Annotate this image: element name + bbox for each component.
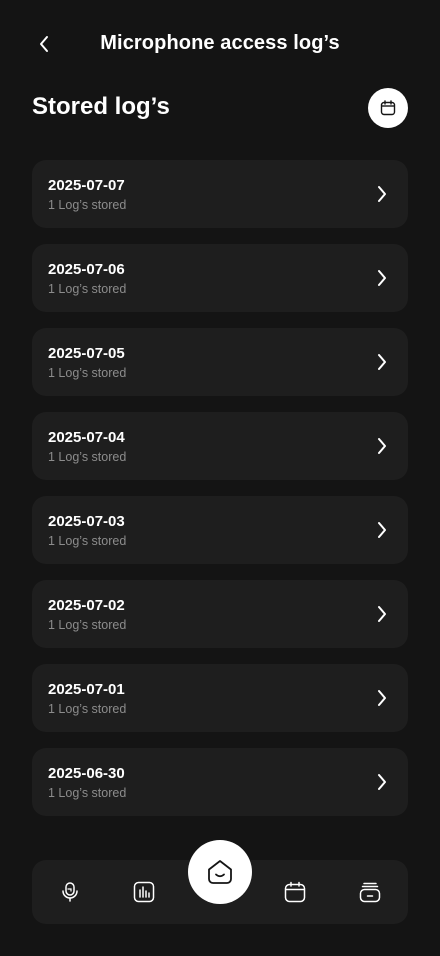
log-date: 2025-06-30 — [48, 765, 125, 782]
log-count: 1 Log’s stored — [48, 198, 127, 212]
section-title: Stored log’s — [32, 93, 170, 120]
log-list-item[interactable]: 2025-07-04 1 Log’s stored — [32, 412, 408, 480]
log-list-item[interactable]: 2025-07-01 1 Log’s stored — [32, 664, 408, 732]
chevron-right-icon — [378, 270, 386, 286]
log-list-item[interactable]: 2025-07-02 1 Log’s stored — [32, 580, 408, 648]
log-count: 1 Log’s stored — [48, 366, 127, 380]
log-count: 1 Log’s stored — [48, 786, 127, 800]
nav-calendar[interactable] — [281, 878, 309, 906]
chevron-right-icon — [378, 774, 386, 790]
log-count: 1 Log’s stored — [48, 702, 127, 716]
log-date: 2025-07-02 — [48, 597, 125, 614]
log-date: 2025-07-07 — [48, 177, 125, 194]
chevron-right-icon — [378, 522, 386, 538]
home-icon — [208, 860, 232, 884]
nav-microphone[interactable] — [56, 878, 84, 906]
log-date: 2025-07-04 — [48, 429, 125, 446]
log-list-item[interactable]: 2025-07-07 1 Log’s stored — [32, 160, 408, 228]
section-header: Stored log’s — [32, 88, 408, 128]
log-date: 2025-07-05 — [48, 345, 125, 362]
calendar-icon — [284, 881, 306, 903]
log-count: 1 Log’s stored — [48, 618, 127, 632]
chevron-right-icon — [378, 606, 386, 622]
log-list-item[interactable]: 2025-07-06 1 Log’s stored — [32, 244, 408, 312]
log-count: 1 Log’s stored — [48, 534, 127, 548]
nav-storage[interactable] — [356, 878, 384, 906]
nav-home-button[interactable] — [188, 840, 252, 904]
log-count: 1 Log’s stored — [48, 450, 127, 464]
chart-icon — [133, 881, 155, 903]
calendar-icon — [380, 100, 396, 116]
page-title: Microphone access log’s — [100, 32, 340, 54]
chevron-right-icon — [378, 438, 386, 454]
microphone-icon — [62, 882, 78, 902]
log-list-item[interactable]: 2025-07-03 1 Log’s stored — [32, 496, 408, 564]
log-list: 2025-07-07 1 Log’s stored 2025-07-06 1 L… — [32, 160, 408, 832]
log-date: 2025-07-01 — [48, 681, 125, 698]
storage-icon — [359, 882, 381, 903]
log-list-item[interactable]: 2025-06-30 1 Log’s stored — [32, 748, 408, 816]
log-date: 2025-07-03 — [48, 513, 125, 530]
log-count: 1 Log’s stored — [48, 282, 127, 296]
nav-stats[interactable] — [130, 878, 158, 906]
top-bar: Microphone access log’s — [0, 20, 440, 68]
chevron-right-icon — [378, 354, 386, 370]
log-date: 2025-07-06 — [48, 261, 125, 278]
chevron-right-icon — [378, 690, 386, 706]
log-list-item[interactable]: 2025-07-05 1 Log’s stored — [32, 328, 408, 396]
chevron-right-icon — [378, 186, 386, 202]
calendar-filter-button[interactable] — [368, 88, 408, 128]
